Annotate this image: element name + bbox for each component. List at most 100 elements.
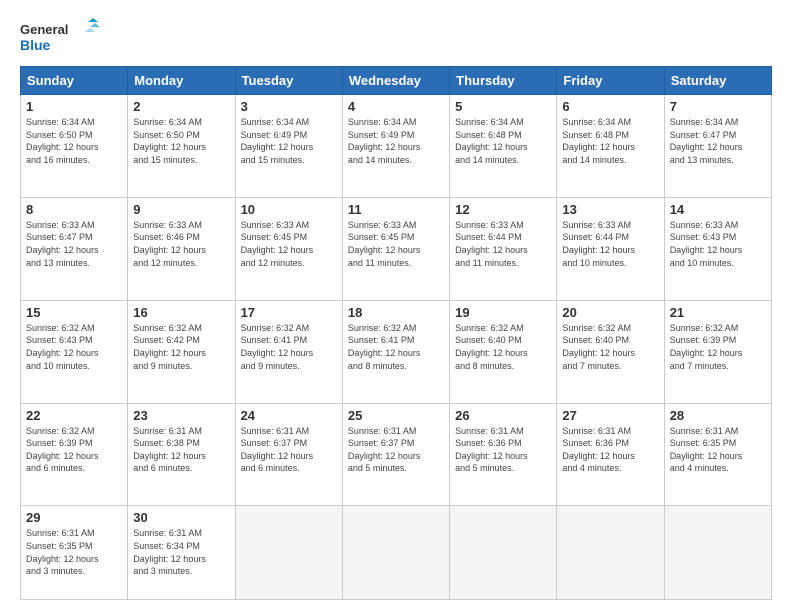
day-info: Sunrise: 6:31 AM Sunset: 6:35 PM Dayligh… <box>670 425 766 475</box>
day-info: Sunrise: 6:34 AM Sunset: 6:50 PM Dayligh… <box>133 116 229 166</box>
day-info: Sunrise: 6:34 AM Sunset: 6:49 PM Dayligh… <box>348 116 444 166</box>
calendar-cell: 24 Sunrise: 6:31 AM Sunset: 6:37 PM Dayli… <box>235 403 342 506</box>
calendar-cell: 26Sunrise: 6:31 AM Sunset: 6:36 PM Dayli… <box>450 403 557 506</box>
day-number: 27 <box>562 408 658 423</box>
calendar-cell: 22Sunrise: 6:32 AM Sunset: 6:39 PM Dayli… <box>21 403 128 506</box>
day-number: 19 <box>455 305 551 320</box>
weekday-header-friday: Friday <box>557 67 664 95</box>
day-number: 11 <box>348 202 444 217</box>
day-number: 9 <box>133 202 229 217</box>
day-info: Sunrise: 6:33 AM Sunset: 6:43 PM Dayligh… <box>670 219 766 269</box>
day-number: 14 <box>670 202 766 217</box>
day-number: 29 <box>26 510 122 525</box>
day-info: Sunrise: 6:34 AM Sunset: 6:50 PM Dayligh… <box>26 116 122 166</box>
day-info: Sunrise: 6:31 AM Sunset: 6:34 PM Dayligh… <box>133 527 229 577</box>
day-info: Sunrise: 6:31 AM Sunset: 6:36 PM Dayligh… <box>562 425 658 475</box>
calendar-cell: 7 Sunrise: 6:34 AM Sunset: 6:47 PM Daylig… <box>664 95 771 198</box>
day-number: 23 <box>133 408 229 423</box>
calendar-cell: 30 Sunrise: 6:31 AM Sunset: 6:34 PM Dayli… <box>128 506 235 600</box>
day-info: Sunrise: 6:31 AM Sunset: 6:38 PM Dayligh… <box>133 425 229 475</box>
page: General Blue SundayMondayTuesdayWednesda… <box>0 0 792 612</box>
calendar-cell: 15 Sunrise: 6:32 AM Sunset: 6:43 PM Dayli… <box>21 300 128 403</box>
calendar-cell: 12 Sunrise: 6:33 AM Sunset: 6:44 PM Dayli… <box>450 197 557 300</box>
day-number: 24 <box>241 408 337 423</box>
week-row-4: 22Sunrise: 6:32 AM Sunset: 6:39 PM Dayli… <box>21 403 772 506</box>
calendar-cell: 28 Sunrise: 6:31 AM Sunset: 6:35 PM Dayli… <box>664 403 771 506</box>
day-number: 10 <box>241 202 337 217</box>
weekday-header-row: SundayMondayTuesdayWednesdayThursdayFrid… <box>21 67 772 95</box>
day-info: Sunrise: 6:32 AM Sunset: 6:39 PM Dayligh… <box>670 322 766 372</box>
day-info: Sunrise: 6:32 AM Sunset: 6:39 PM Dayligh… <box>26 425 122 475</box>
day-number: 2 <box>133 99 229 114</box>
day-info: Sunrise: 6:33 AM Sunset: 6:44 PM Dayligh… <box>455 219 551 269</box>
calendar-cell: 8Sunrise: 6:33 AM Sunset: 6:47 PM Daylig… <box>21 197 128 300</box>
day-number: 21 <box>670 305 766 320</box>
logo-svg: General Blue <box>20 18 100 56</box>
calendar-cell: 5 Sunrise: 6:34 AM Sunset: 6:48 PM Daylig… <box>450 95 557 198</box>
weekday-header-saturday: Saturday <box>664 67 771 95</box>
calendar-cell: 6 Sunrise: 6:34 AM Sunset: 6:48 PM Daylig… <box>557 95 664 198</box>
calendar-cell: 29Sunrise: 6:31 AM Sunset: 6:35 PM Dayli… <box>21 506 128 600</box>
calendar-cell: 18 Sunrise: 6:32 AM Sunset: 6:41 PM Dayli… <box>342 300 449 403</box>
day-info: Sunrise: 6:34 AM Sunset: 6:48 PM Dayligh… <box>455 116 551 166</box>
calendar-cell: 23 Sunrise: 6:31 AM Sunset: 6:38 PM Dayli… <box>128 403 235 506</box>
day-number: 15 <box>26 305 122 320</box>
weekday-header-sunday: Sunday <box>21 67 128 95</box>
day-number: 18 <box>348 305 444 320</box>
calendar-cell <box>450 506 557 600</box>
week-row-2: 8Sunrise: 6:33 AM Sunset: 6:47 PM Daylig… <box>21 197 772 300</box>
day-info: Sunrise: 6:33 AM Sunset: 6:45 PM Dayligh… <box>348 219 444 269</box>
weekday-header-thursday: Thursday <box>450 67 557 95</box>
day-number: 3 <box>241 99 337 114</box>
calendar-cell <box>557 506 664 600</box>
calendar-cell: 1 Sunrise: 6:34 AM Sunset: 6:50 PM Daylig… <box>21 95 128 198</box>
svg-text:Blue: Blue <box>20 37 51 53</box>
calendar-cell: 11 Sunrise: 6:33 AM Sunset: 6:45 PM Dayli… <box>342 197 449 300</box>
day-number: 6 <box>562 99 658 114</box>
calendar-cell: 2 Sunrise: 6:34 AM Sunset: 6:50 PM Daylig… <box>128 95 235 198</box>
day-info: Sunrise: 6:32 AM Sunset: 6:41 PM Dayligh… <box>348 322 444 372</box>
weekday-header-tuesday: Tuesday <box>235 67 342 95</box>
calendar-cell: 13Sunrise: 6:33 AM Sunset: 6:44 PM Dayli… <box>557 197 664 300</box>
day-number: 5 <box>455 99 551 114</box>
day-number: 7 <box>670 99 766 114</box>
day-info: Sunrise: 6:32 AM Sunset: 6:40 PM Dayligh… <box>562 322 658 372</box>
calendar-cell <box>342 506 449 600</box>
week-row-1: 1 Sunrise: 6:34 AM Sunset: 6:50 PM Daylig… <box>21 95 772 198</box>
calendar-cell <box>664 506 771 600</box>
day-number: 30 <box>133 510 229 525</box>
day-number: 13 <box>562 202 658 217</box>
day-info: Sunrise: 6:31 AM Sunset: 6:37 PM Dayligh… <box>241 425 337 475</box>
day-number: 26 <box>455 408 551 423</box>
calendar-cell: 4 Sunrise: 6:34 AM Sunset: 6:49 PM Daylig… <box>342 95 449 198</box>
calendar-cell <box>235 506 342 600</box>
calendar-table: SundayMondayTuesdayWednesdayThursdayFrid… <box>20 66 772 600</box>
day-number: 1 <box>26 99 122 114</box>
header: General Blue <box>20 18 772 56</box>
day-info: Sunrise: 6:33 AM Sunset: 6:45 PM Dayligh… <box>241 219 337 269</box>
day-info: Sunrise: 6:34 AM Sunset: 6:48 PM Dayligh… <box>562 116 658 166</box>
day-info: Sunrise: 6:32 AM Sunset: 6:42 PM Dayligh… <box>133 322 229 372</box>
day-number: 4 <box>348 99 444 114</box>
day-number: 28 <box>670 408 766 423</box>
day-info: Sunrise: 6:34 AM Sunset: 6:47 PM Dayligh… <box>670 116 766 166</box>
day-number: 25 <box>348 408 444 423</box>
day-number: 12 <box>455 202 551 217</box>
weekday-header-monday: Monday <box>128 67 235 95</box>
weekday-header-wednesday: Wednesday <box>342 67 449 95</box>
logo: General Blue <box>20 18 100 56</box>
day-info: Sunrise: 6:32 AM Sunset: 6:41 PM Dayligh… <box>241 322 337 372</box>
day-info: Sunrise: 6:34 AM Sunset: 6:49 PM Dayligh… <box>241 116 337 166</box>
calendar-cell: 17Sunrise: 6:32 AM Sunset: 6:41 PM Dayli… <box>235 300 342 403</box>
day-number: 16 <box>133 305 229 320</box>
day-info: Sunrise: 6:32 AM Sunset: 6:40 PM Dayligh… <box>455 322 551 372</box>
calendar-cell: 20 Sunrise: 6:32 AM Sunset: 6:40 PM Dayli… <box>557 300 664 403</box>
week-row-3: 15 Sunrise: 6:32 AM Sunset: 6:43 PM Dayli… <box>21 300 772 403</box>
day-number: 20 <box>562 305 658 320</box>
calendar-cell: 14 Sunrise: 6:33 AM Sunset: 6:43 PM Dayli… <box>664 197 771 300</box>
day-info: Sunrise: 6:32 AM Sunset: 6:43 PM Dayligh… <box>26 322 122 372</box>
calendar-cell: 21 Sunrise: 6:32 AM Sunset: 6:39 PM Dayli… <box>664 300 771 403</box>
calendar-cell: 16 Sunrise: 6:32 AM Sunset: 6:42 PM Dayli… <box>128 300 235 403</box>
day-info: Sunrise: 6:33 AM Sunset: 6:46 PM Dayligh… <box>133 219 229 269</box>
calendar-cell: 19 Sunrise: 6:32 AM Sunset: 6:40 PM Dayli… <box>450 300 557 403</box>
